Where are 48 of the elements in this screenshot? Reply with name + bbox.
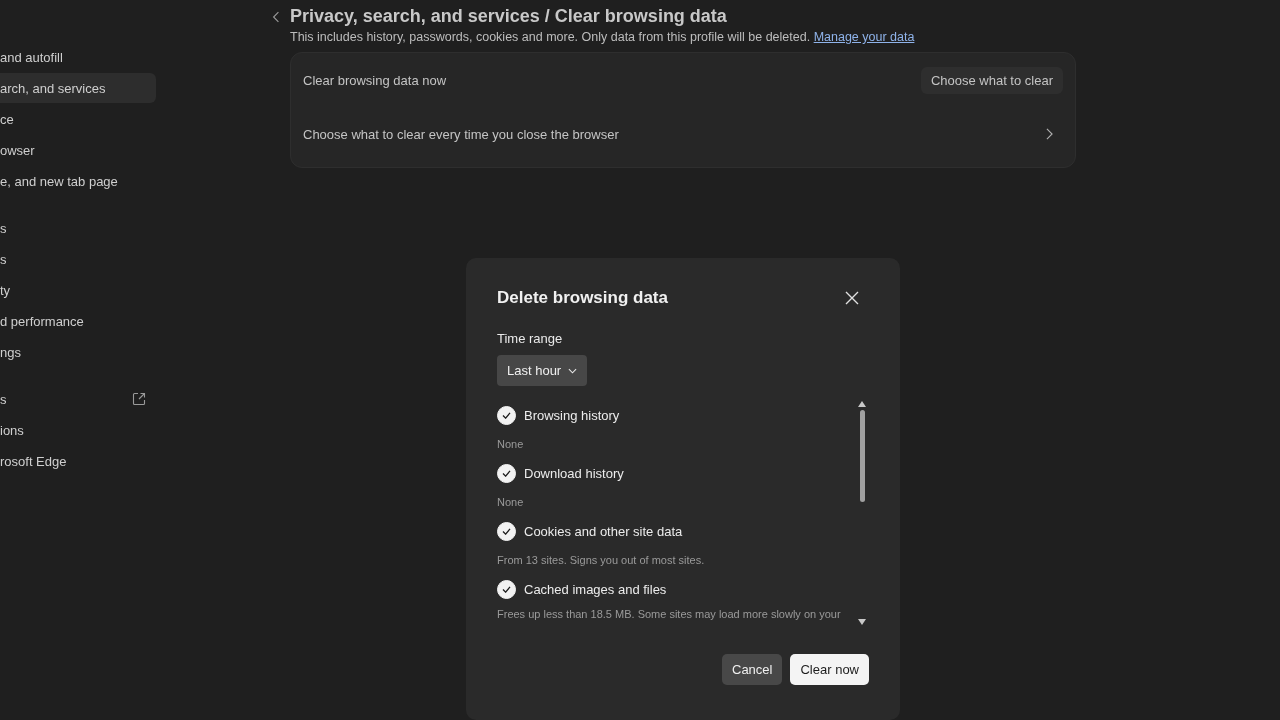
option-detail: None: [497, 437, 525, 452]
option-label: Cached images and files: [524, 581, 667, 597]
scroll-down-icon[interactable]: [857, 618, 868, 626]
scrollbar-thumb[interactable]: [859, 410, 865, 502]
option-label: Browsing history: [524, 407, 620, 423]
clear-now-button[interactable]: Clear now: [790, 654, 869, 685]
sidebar-item[interactable]: and autofill: [0, 42, 156, 72]
option-detail: None: [497, 495, 525, 510]
choose-button[interactable]: Choose what to clear: [920, 66, 1063, 94]
scroll-up-icon[interactable]: [857, 400, 868, 408]
chevron-right-icon[interactable]: [1046, 128, 1053, 140]
sidebar-item[interactable]: s: [0, 384, 156, 414]
checkbox[interactable]: [497, 579, 516, 599]
check-icon: [502, 585, 511, 593]
back-icon[interactable]: [272, 10, 280, 23]
sidebar-item[interactable]: ions: [0, 415, 156, 445]
manage-data-link[interactable]: Manage your data: [813, 30, 915, 44]
checkbox[interactable]: [497, 405, 516, 425]
sidebar-item[interactable]: s: [0, 213, 156, 243]
check-icon: [502, 411, 511, 419]
description-text: This includes history, passwords, cookies and more. Only data from this profile will be deleted.: [290, 30, 811, 44]
setting-label: Choose what to clear every time you close the browser: [303, 126, 619, 142]
option-label: Cookies and other site data: [524, 523, 683, 539]
option-label: Download history: [524, 465, 624, 481]
sidebar-item[interactable]: arch, and services: [0, 73, 156, 103]
check-icon: [502, 527, 511, 535]
checkbox[interactable]: [497, 463, 516, 483]
sidebar-item[interactable]: s: [0, 244, 156, 274]
sidebar-item[interactable]: rosoft Edge: [0, 446, 156, 476]
external-link-icon: [132, 392, 146, 406]
caret-icon: [568, 367, 578, 374]
check-icon: [502, 469, 511, 477]
sidebar-item[interactable]: d performance: [0, 306, 156, 336]
option-detail: Frees up less than 18.5 MB. Some sites may load more slowly on your: [497, 607, 842, 622]
sidebar-item[interactable]: owser: [0, 135, 156, 165]
page-title: Privacy, search, and services / Clear browsing data: [290, 6, 727, 27]
option-detail: From 13 sites. Signs you out of most sites.: [497, 553, 706, 568]
time-range-dropdown[interactable]: Last hour: [497, 355, 588, 386]
checkbox[interactable]: [497, 521, 516, 541]
close-icon[interactable]: [845, 291, 859, 305]
setting-label: Clear browsing data now: [303, 72, 447, 88]
sidebar-item[interactable]: ngs: [0, 337, 156, 367]
sidebar-item[interactable]: ty: [0, 275, 156, 305]
time-range-label: Time range: [497, 331, 564, 346]
dialog-title: Delete browsing data: [497, 288, 668, 308]
sidebar-item[interactable]: e, and new tab page: [0, 166, 156, 196]
cancel-button[interactable]: Cancel: [722, 654, 783, 685]
sidebar-item[interactable]: ce: [0, 104, 156, 134]
